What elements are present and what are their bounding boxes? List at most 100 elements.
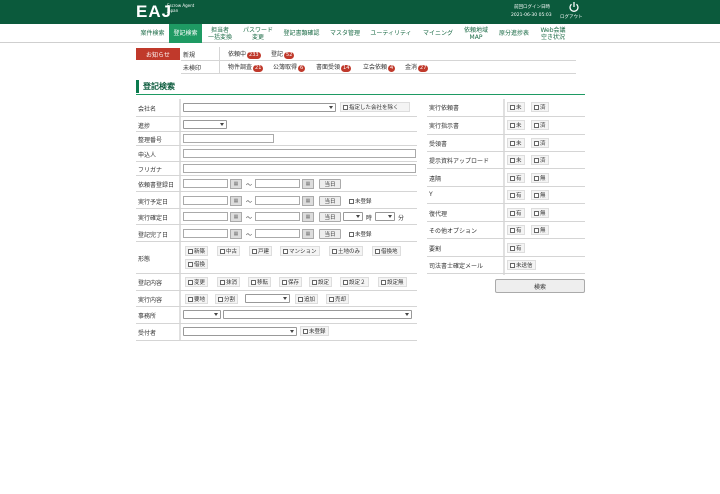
calendar-icon[interactable]: ▦ [302,229,314,239]
property-house-checkbox[interactable]: 戸建 [249,246,273,256]
option-b-checkbox[interactable]: 無 [531,208,549,218]
reg-transfer-checkbox[interactable]: 移転 [248,277,272,287]
power-icon[interactable] [568,1,580,13]
logo-subtitle: Escrow Agent Japan [167,3,195,13]
property-land-checkbox[interactable]: 土地のみ [329,246,364,256]
notice-loan[interactable]: 金消 27 [405,62,429,72]
request-date-to[interactable] [255,179,300,188]
property-refinance-checkbox[interactable]: 借換 [185,259,209,269]
nav-master[interactable]: マスタ管理 [325,24,365,43]
request-date-from[interactable] [183,179,228,188]
option-b-checkbox[interactable]: 無 [531,225,549,235]
nav-mining[interactable]: マイニング [417,24,459,43]
furigana-label: フリガナ [138,167,163,174]
property-new-checkbox[interactable]: 新築 [185,246,209,256]
reg-cancel-checkbox[interactable]: 抹消 [217,277,241,287]
option-b-checkbox[interactable]: 済 [531,155,549,165]
unregistered-checkbox[interactable]: 未登録 [347,196,374,206]
property-refinance-land-checkbox[interactable]: 借換地 [372,246,401,256]
office-prefix-select[interactable] [183,310,221,319]
notice-document[interactable]: 書面受領 14 [316,62,352,72]
unsent-checkbox[interactable]: 未送信 [507,260,536,270]
confirmed-date-from[interactable] [183,212,228,221]
receiver-select[interactable] [183,327,297,336]
option-b-checkbox[interactable]: 無 [531,190,549,200]
search-button[interactable]: 検索 [495,279,585,293]
nav-case-search[interactable]: 案件検索 [136,24,169,43]
split-select[interactable] [245,294,290,303]
planned-date-from[interactable] [183,196,228,205]
row-rule [136,208,417,209]
progress-select[interactable] [183,120,227,129]
reg-setting-checkbox[interactable]: 設定 [309,277,333,287]
confirmed-date-to[interactable] [255,212,300,221]
option-a-checkbox[interactable]: 未 [507,120,525,130]
calendar-icon[interactable]: ▦ [302,196,314,206]
nav-region-map[interactable]: 依頼地域 MAP [459,24,493,43]
property-used-checkbox[interactable]: 中古 [217,246,241,256]
option-b-checkbox[interactable]: 無 [531,173,549,183]
completed-date-from[interactable] [183,229,228,238]
nav-progress[interactable]: 原分進捗表 [493,24,535,43]
option-a-checkbox[interactable]: 有 [507,208,525,218]
option-a-checkbox[interactable]: 未 [507,155,525,165]
company-select[interactable] [183,103,336,112]
property-mansion-checkbox[interactable]: マンション [280,246,320,256]
reg-preserve-checkbox[interactable]: 保存 [279,277,303,287]
right-label: 要割 [429,246,442,253]
notice-registry[interactable]: 登記 52 [271,49,295,59]
applicant-input[interactable] [183,149,416,158]
nav-doc-check[interactable]: 登記書類確認 [278,24,325,43]
today-button[interactable]: 当日 [319,229,341,239]
today-button[interactable]: 当日 [319,196,341,206]
today-button[interactable]: 当日 [319,212,341,222]
logout-link[interactable]: ログアウト [560,14,583,20]
exec-split-checkbox[interactable]: 分割 [215,294,239,304]
option-b-checkbox[interactable]: 済 [531,120,549,130]
top-header: EAJ Escrow Agent Japan 前回ログイン日時 2021-06-… [0,0,720,24]
option-a-checkbox[interactable]: 未 [507,102,525,112]
minute-select[interactable] [375,212,395,221]
nav-registry-search[interactable]: 登記検索 [169,24,202,43]
calendar-icon[interactable]: ▦ [230,179,242,189]
receiver-unregistered-checkbox[interactable]: 未登録 [300,326,329,336]
calendar-icon[interactable]: ▦ [230,212,242,222]
unregistered-checkbox[interactable]: 未登録 [347,229,374,239]
option-a-checkbox[interactable]: 有 [507,173,525,183]
option-b-checkbox[interactable]: 済 [531,138,549,148]
calendar-icon[interactable]: ▦ [230,229,242,239]
reg-setting2-checkbox[interactable]: 設定２ [340,277,369,287]
reg-change-checkbox[interactable]: 変更 [185,277,209,287]
nav-utility[interactable]: ユーティリティ [365,24,417,43]
exec-sale-checkbox[interactable]: 売却 [326,294,350,304]
exclude-company-checkbox[interactable]: 指定した会社を除く [340,102,410,112]
exec-required-checkbox[interactable]: 要地 [185,294,209,304]
option-a-checkbox[interactable]: 有 [507,243,525,253]
notice-survey[interactable]: 物件調査 21 [228,62,264,72]
reg-no-setting-checkbox[interactable]: 設定無 [378,277,407,287]
calendar-icon[interactable]: ▦ [302,179,314,189]
option-b-checkbox[interactable]: 済 [531,102,549,112]
nav-bulk-assign[interactable]: 担当者 一括変換 [202,24,238,43]
office-select[interactable] [223,310,412,319]
calendar-icon[interactable]: ▦ [230,196,242,206]
option-a-checkbox[interactable]: 有 [507,225,525,235]
calendar-icon[interactable]: ▦ [302,212,314,222]
notice-attend[interactable]: 立会依頼 4 [363,62,396,72]
option-a-checkbox[interactable]: 有 [507,190,525,200]
company-label: 会社名 [138,106,157,113]
exec-add-checkbox[interactable]: 追加 [295,294,319,304]
furigana-input[interactable] [183,164,416,173]
notice-requesting[interactable]: 依頼中 233 [228,49,261,59]
completed-date-to[interactable] [255,229,300,238]
notice-public-book[interactable]: 公簿取得 6 [273,62,306,72]
nav-web-meeting[interactable]: Web会議 空き状況 [535,24,571,43]
right-label-divider [503,99,505,275]
hour-select[interactable] [343,212,363,221]
today-button[interactable]: 当日 [319,179,341,189]
row-rule [427,168,585,169]
planned-date-to[interactable] [255,196,300,205]
nav-password-change[interactable]: パスワード 変更 [238,24,278,43]
option-a-checkbox[interactable]: 未 [507,138,525,148]
ref-no-input[interactable] [183,134,274,143]
